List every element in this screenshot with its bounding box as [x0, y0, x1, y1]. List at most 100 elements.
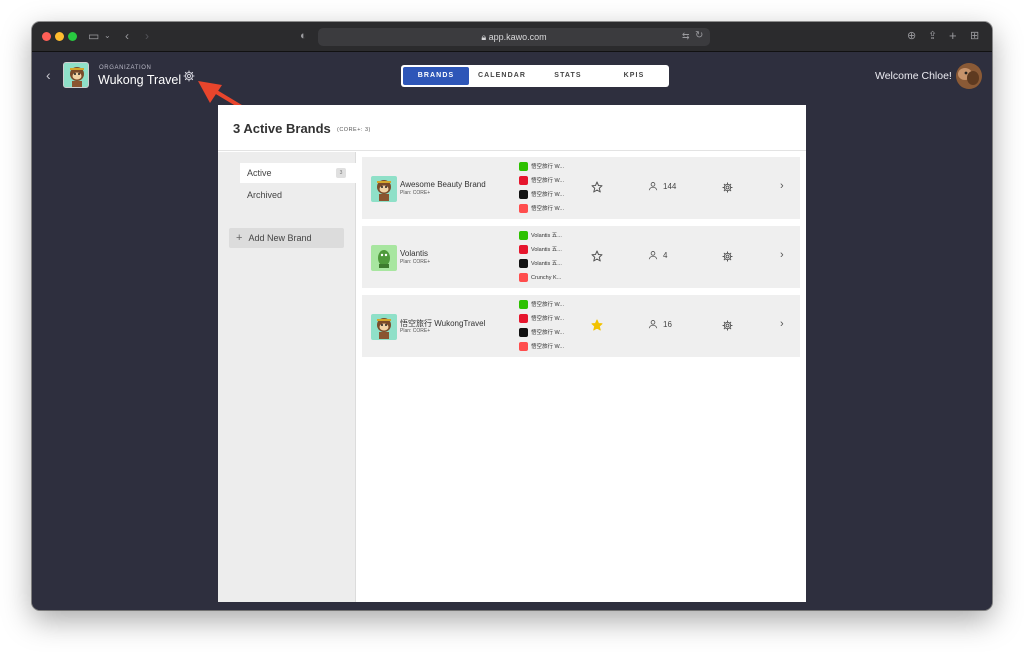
count-badge: 3 [336, 168, 346, 178]
star-filled-icon[interactable] [591, 319, 603, 331]
douyin-icon [519, 259, 528, 269]
weibo-icon [519, 314, 528, 324]
tab-brands[interactable]: BRANDS [403, 67, 469, 85]
page-title: 3 Active Brands [233, 121, 331, 136]
privacy-shield-icon[interactable]: ◐ [300, 28, 307, 44]
brand-plan: Plan: CORE+ [400, 259, 431, 265]
avatar[interactable] [956, 63, 982, 89]
address-bar[interactable]: 🔒︎ app.kawo.com [318, 28, 710, 46]
account-label: Volantis 五... [531, 247, 562, 253]
sidebar-item-label: Active [247, 168, 272, 178]
account-label: 悟空旅行 W... [531, 344, 565, 350]
gear-icon[interactable] [722, 182, 733, 193]
lock-icon: 🔒︎ [481, 32, 487, 42]
chevron-right-icon[interactable]: › [780, 318, 784, 330]
back-chevron-icon[interactable]: ‹ [46, 67, 51, 83]
tab-overview-icon[interactable]: ⊞ [970, 28, 979, 44]
user-count-value: 144 [663, 181, 677, 191]
reload-icon[interactable]: ↻ [695, 28, 703, 44]
social-account: 悟空旅行 W... [519, 176, 564, 187]
social-account: 悟空旅行 W... [519, 162, 564, 173]
user-count-value: 4 [663, 250, 668, 260]
browser-toolbar: ▭ ⌄ ‹ › ◐ 🔒︎ app.kawo.com ⇆ ↻ ⊕ ⇪ + ⊞ [32, 22, 992, 52]
brand-plan: Plan: CORE+ [400, 328, 431, 334]
brand-plan: Plan: CORE+ [400, 190, 431, 196]
main-tabs: BRANDS CALENDAR STATS KPIS [401, 65, 669, 87]
account-label: 悟空旅行 W... [531, 192, 565, 198]
douyin-icon [519, 190, 528, 200]
social-account: 悟空旅行 W... [519, 314, 564, 325]
wechat-icon [519, 300, 528, 310]
social-account: 悟空旅行 W... [519, 300, 564, 311]
chevron-right-icon[interactable]: › [780, 180, 784, 192]
douyin-icon [519, 328, 528, 338]
chevron-right-icon[interactable]: › [780, 249, 784, 261]
sidebar-item-label: Archived [247, 190, 283, 200]
weibo-icon [519, 176, 528, 186]
gear-icon[interactable] [722, 320, 733, 331]
brand-name: Awesome Beauty Brand [400, 180, 486, 189]
app-content: ‹ ORGANIZATION Wukong Travel BRANDS CALE… [32, 53, 992, 610]
social-account: 悟空旅行 W... [519, 328, 564, 339]
account-label: 悟空旅行 W... [531, 330, 565, 336]
chevron-down-icon[interactable]: ⌄ [104, 28, 111, 44]
share-icon[interactable]: ⇪ [928, 28, 937, 44]
user-count: 4 [648, 250, 667, 260]
panel-header: 3 Active Brands (CORE+: 3) [218, 105, 806, 151]
brand-filter-sidebar: Active 3 Archived + Add New Brand [218, 152, 356, 602]
monkey-logo-icon [64, 63, 88, 87]
star-icon[interactable] [591, 181, 603, 193]
user-count-value: 16 [663, 319, 672, 329]
sidebar-item-archived[interactable]: Archived [240, 185, 356, 205]
back-icon[interactable]: ‹ [125, 28, 129, 44]
social-account: Crunchy K... [519, 273, 561, 284]
brand-row[interactable]: Awesome Beauty Brand Plan: CORE+ 悟空旅行 W.… [362, 157, 800, 219]
downloads-icon[interactable]: ⊕ [907, 28, 916, 44]
account-label: 悟空旅行 W... [531, 316, 565, 322]
brand-row[interactable]: 悟空旅行 WukongTravel Plan: CORE+ 悟空旅行 W... 悟… [362, 295, 800, 357]
user-icon [648, 320, 658, 329]
brand-logo [371, 245, 397, 271]
social-account: Volantis 五... [519, 259, 562, 270]
star-icon[interactable] [591, 250, 603, 262]
new-tab-icon[interactable]: + [949, 28, 957, 44]
browser-window: ▭ ⌄ ‹ › ◐ 🔒︎ app.kawo.com ⇆ ↻ ⊕ ⇪ + ⊞ ‹ [32, 22, 992, 610]
url-text: app.kawo.com [488, 32, 547, 42]
add-new-brand-button[interactable]: + Add New Brand [229, 228, 344, 248]
social-account: Volantis 五... [519, 231, 562, 242]
account-label: Volantis 五... [531, 233, 562, 239]
minimize-window-button[interactable] [55, 32, 64, 41]
account-label: Crunchy K... [531, 275, 562, 281]
xiaohongshu-icon [519, 342, 528, 352]
xiaohongshu-icon [519, 204, 528, 214]
user-count: 144 [648, 181, 676, 191]
account-label: 悟空旅行 W... [531, 164, 565, 170]
translate-icon[interactable]: ⇆ [682, 28, 690, 44]
social-account: 悟空旅行 W... [519, 190, 564, 201]
user-icon [648, 251, 658, 260]
zoom-window-button[interactable] [68, 32, 77, 41]
account-label: 悟空旅行 W... [531, 302, 565, 308]
add-brand-label: Add New Brand [248, 233, 312, 243]
xiaohongshu-icon [519, 273, 528, 283]
plus-icon: + [236, 232, 243, 244]
wechat-icon [519, 162, 528, 172]
plan-summary: (CORE+: 3) [337, 127, 371, 133]
tab-stats[interactable]: STATS [535, 67, 601, 85]
close-window-button[interactable] [42, 32, 51, 41]
brand-row[interactable]: Volantis Plan: CORE+ Volantis 五... Volant… [362, 226, 800, 288]
brand-logo [371, 314, 397, 340]
gear-icon[interactable] [722, 251, 733, 262]
social-account: 悟空旅行 W... [519, 204, 564, 215]
tab-kpis[interactable]: KPIS [601, 67, 667, 85]
sidebar-item-active[interactable]: Active 3 [240, 163, 356, 183]
social-account: Volantis 五... [519, 245, 562, 256]
forward-icon[interactable]: › [145, 28, 149, 44]
brand-logo [371, 176, 397, 202]
account-label: 悟空旅行 W... [531, 206, 565, 212]
user-icon [648, 182, 658, 191]
avatar-image [956, 63, 982, 89]
tab-calendar[interactable]: CALENDAR [469, 67, 535, 85]
sidebar-toggle-icon[interactable]: ▭ [88, 28, 99, 44]
social-account: 悟空旅行 W... [519, 342, 564, 353]
